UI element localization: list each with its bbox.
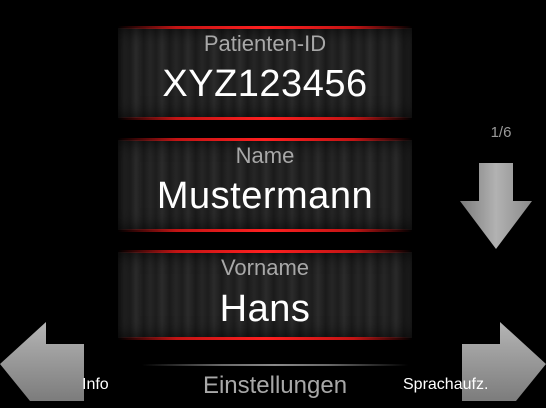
name-value: Mustermann: [156, 175, 374, 217]
patient-id-label: Patienten-ID: [203, 31, 327, 56]
arrow-down-icon: [460, 163, 532, 249]
voice-recording-button[interactable]: Sprachaufz.: [403, 376, 488, 394]
vorname-field[interactable]: Vorname Hans: [118, 250, 412, 340]
next-page-button[interactable]: [460, 163, 532, 251]
page-indicator: 1/6: [490, 124, 512, 141]
name-label: Name: [235, 143, 295, 168]
vorname-label: Vorname: [220, 255, 310, 280]
patient-id-field[interactable]: Patienten-ID XYZ123456: [118, 26, 412, 120]
name-field[interactable]: Name Mustermann: [118, 138, 412, 232]
settings-button[interactable]: Einstellungen: [142, 364, 408, 401]
info-button[interactable]: Info: [82, 376, 109, 394]
patient-id-value: XYZ123456: [162, 63, 368, 105]
vorname-value: Hans: [219, 288, 311, 330]
